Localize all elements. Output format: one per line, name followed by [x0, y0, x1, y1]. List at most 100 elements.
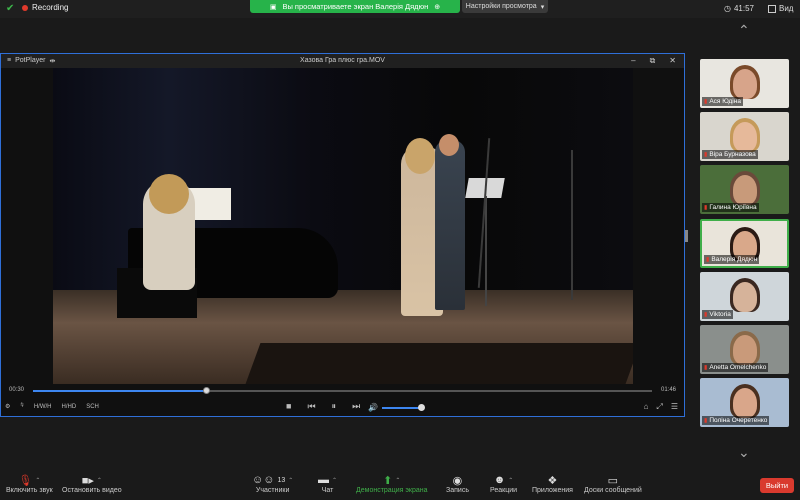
mic-muted-icon: ▮ [704, 365, 708, 371]
unmute-button[interactable]: 🎙 ⌃ Включить звук [6, 473, 53, 495]
recording-label: Recording [32, 3, 69, 12]
participant-name: Anetta Omelchenko [709, 364, 767, 371]
participant-name-tag: ▮ Валерія Дядюн [704, 255, 760, 264]
playlist-icon[interactable]: ⌂ [644, 402, 649, 412]
participant-tile[interactable]: ▮ Viktoria [700, 272, 789, 321]
participant-name-tag: ▮ Галина Юріївна [702, 203, 759, 212]
people-icon: ☺☺ [252, 474, 275, 486]
caret-up-icon[interactable]: ⌃ [288, 477, 293, 484]
participant-name-tag: ▮ Anetta Omelchenko [702, 363, 769, 372]
chevron-down-icon: ▾ [540, 3, 545, 11]
apps-button[interactable]: ❖ Приложения [532, 473, 573, 495]
chevron-up-icon[interactable]: ⌃ [738, 22, 750, 39]
list-icon[interactable]: ☰ [671, 402, 678, 412]
participant-name: Поліна Очеретенко [709, 417, 768, 424]
participant-face [732, 122, 757, 152]
camera-icon: ■▸ [81, 474, 94, 487]
shield-icon[interactable]: ✔ [6, 3, 16, 15]
participant-name-tag: ▮ Viktoria [702, 310, 733, 319]
record-icon: ◉ [452, 474, 463, 487]
mic-muted-icon: ▮ [706, 257, 710, 263]
seek-knob[interactable] [203, 387, 211, 394]
saxophonist-head [439, 134, 459, 156]
participant-tile[interactable]: ▮ Ася Юдіна [700, 59, 789, 108]
panel-resize-handle[interactable] [685, 230, 688, 242]
leave-button[interactable]: Выйти [760, 478, 794, 493]
mic-muted-icon: ▮ [704, 152, 708, 158]
video-frame[interactable] [53, 68, 633, 384]
player-titlebar: ≡ PotPlayer ⇹ Хазова Гра плюс гра.MOV – … [1, 54, 684, 68]
minimize-icon[interactable]: – [631, 56, 635, 66]
participant-tile[interactable]: ▮ Віра Бурназова [700, 112, 789, 161]
whiteboards-label: Доски сообщений [584, 487, 642, 494]
meeting-timer: ◷ 41:57 [724, 4, 754, 13]
participant-name: Валерія Дядюн [711, 256, 758, 263]
caret-up-icon[interactable]: ⌃ [395, 477, 400, 484]
codec-label-3[interactable]: SCH [86, 404, 99, 410]
smile-icon: ☻ [493, 474, 506, 486]
mic-muted-icon: ▮ [704, 312, 708, 318]
equalizer-icon[interactable]: ⫩ [20, 403, 23, 410]
volume-control[interactable]: 🔊 [368, 403, 425, 412]
unmute-label: Включить звук [6, 487, 53, 494]
view-label: Вид [779, 4, 794, 13]
participant-tile[interactable]: ▮ Anetta Omelchenko [700, 325, 789, 374]
recording-indicator[interactable]: Recording [22, 3, 68, 12]
participants-button[interactable]: ☺☺ 13 ⌃ Участники [252, 473, 293, 494]
pause-icon[interactable]: ⏸ [332, 401, 337, 412]
zoom-icon[interactable]: ⊕ [434, 3, 440, 11]
speaker-icon[interactable]: 🔊 [368, 403, 378, 412]
share-screen-label: Демонстрация экрана [356, 487, 428, 494]
participant-face [732, 388, 757, 418]
participant-face [732, 175, 757, 205]
participant-tile[interactable]: ▮ Валерія Дядюн [700, 219, 789, 268]
mic-muted-icon: 🎙 [18, 474, 33, 487]
participants-count: 13 [277, 476, 286, 484]
settings-icon[interactable]: ⚙ [5, 403, 10, 410]
caret-up-icon[interactable]: ⌃ [35, 477, 40, 484]
seek-track[interactable] [33, 387, 652, 394]
participant-name: Viktoria [709, 311, 731, 318]
share-screen-icon: ⬆ [383, 474, 393, 487]
record-label: Запись [446, 487, 469, 494]
whiteboards-button[interactable]: ▭ Доски сообщений [584, 473, 642, 495]
reactions-button[interactable]: ☻ ⌃ Реакции [490, 473, 517, 494]
total-time: 01:46 [660, 387, 676, 393]
restore-icon[interactable]: ⧉ [650, 56, 656, 66]
meeting-toolbar: 🎙 ⌃ Включить звук ■▸ ⌃ Остановить видео ☺☺… [0, 470, 800, 500]
view-options-button[interactable]: Настройки просмотра ▾ [462, 0, 548, 13]
stop-icon[interactable]: ■ [286, 401, 291, 412]
codec-label-2[interactable]: H/HD [62, 404, 77, 410]
record-button[interactable]: ◉ Запись [446, 473, 469, 495]
volume-track[interactable] [381, 403, 425, 411]
volume-knob[interactable] [417, 403, 425, 411]
grid-icon [768, 4, 776, 13]
progress-bar[interactable]: 00:30 01:46 [1, 384, 684, 398]
chevron-down-icon[interactable]: ⌄ [738, 444, 750, 461]
codec-label-1[interactable]: H/W/H [34, 404, 52, 410]
stop-video-button[interactable]: ■▸ ⌃ Остановить видео [62, 473, 122, 495]
participant-tile[interactable]: ▮ Галина Юріївна [700, 165, 789, 214]
view-button[interactable]: Вид [768, 4, 793, 13]
close-icon[interactable]: ✕ [669, 56, 676, 66]
current-time: 00:30 [9, 387, 25, 393]
mic-muted-icon: ▮ [704, 418, 708, 424]
previous-icon[interactable]: ⏮ [307, 401, 315, 412]
share-screen-button[interactable]: ⬆ ⌃ Демонстрация экрана [356, 473, 428, 495]
stage-edge [245, 343, 633, 384]
caret-up-icon[interactable]: ⌃ [97, 477, 102, 484]
share-banner: ▣ Вы просматриваете экран Валерія Дядюн … [250, 0, 460, 13]
chat-button[interactable]: ▬ ⌃ Чат [318, 473, 337, 494]
music-stand-pole [485, 196, 487, 306]
chat-label: Чат [321, 487, 334, 494]
participant-name: Галина Юріївна [709, 204, 757, 211]
fullscreen-icon[interactable]: ⤢ [656, 402, 662, 412]
mic-muted-icon: ▮ [704, 205, 708, 211]
mic-muted-icon: ▮ [704, 99, 708, 105]
participant-name: Віра Бурназова [709, 151, 756, 158]
participant-tile[interactable]: ▮ Поліна Очеретенко [700, 378, 789, 427]
caret-up-icon[interactable]: ⌃ [332, 477, 337, 484]
next-icon[interactable]: ⏭ [352, 401, 360, 412]
caret-up-icon[interactable]: ⌃ [508, 477, 513, 484]
participant-face [732, 335, 757, 365]
